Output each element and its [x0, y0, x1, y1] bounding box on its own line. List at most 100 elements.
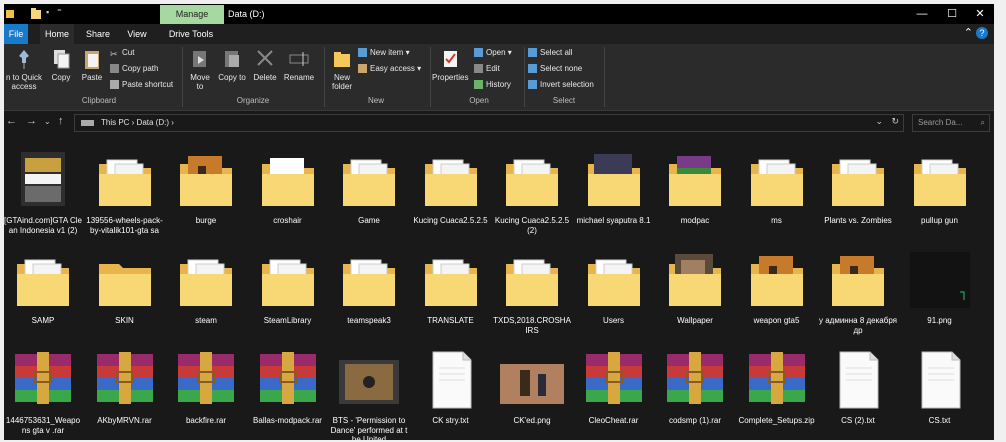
file-item[interactable]: Plants vs. Zombies — [819, 142, 897, 242]
properties-button[interactable]: Properties — [432, 48, 468, 82]
address-dropdown-icon[interactable]: ⌄ — [875, 116, 883, 127]
file-item[interactable]: backfire.rar — [167, 342, 245, 440]
invert-selection-icon — [528, 80, 537, 90]
scissors-icon: ✂ — [110, 49, 118, 60]
easy-access-button[interactable]: Easy access ▾ — [358, 63, 421, 75]
file-item[interactable]: croshair — [249, 142, 327, 242]
file-item[interactable]: [GTAind.com]GTA Clean Indonesia v1 (2) — [4, 142, 82, 242]
maximize-icon[interactable]: ☐ — [937, 4, 967, 24]
tab-home[interactable]: Home — [40, 24, 74, 44]
file-item[interactable]: TXDS,2018.CROSHAIRS — [493, 242, 571, 342]
file-item[interactable]: michael syaputra 8.1 — [575, 142, 653, 242]
select-all-button[interactable]: Select all — [528, 47, 572, 59]
manage-tab[interactable]: Manage — [160, 5, 224, 24]
file-item[interactable]: Game — [330, 142, 408, 242]
file-item[interactable]: 91.png — [901, 242, 979, 342]
folder-icon — [261, 158, 314, 206]
file-item[interactable]: CK'ed.png — [493, 342, 571, 440]
file-item[interactable]: CS (2).txt — [819, 342, 897, 440]
tab-drive-tools[interactable]: Drive Tools — [164, 24, 218, 44]
file-item[interactable]: Users — [575, 242, 653, 342]
invert-selection-button[interactable]: Invert selection — [528, 79, 594, 91]
edit-pencil-icon — [474, 64, 483, 74]
new-item-button[interactable]: New item ▾ — [358, 47, 410, 59]
quick-access-dropdown-icon[interactable]: ⁼ — [57, 7, 62, 18]
paste-button[interactable]: Paste — [78, 48, 106, 82]
copy-to-button[interactable]: Copy to — [218, 48, 246, 82]
file-name: Ballas-modpack.rar — [253, 416, 322, 425]
file-name: Complete_Setups.zip — [738, 416, 815, 425]
up-arrow-icon[interactable]: ↑ — [58, 115, 64, 127]
file-name: 139556-wheels-pack-by-vitalik101-gta sa — [86, 216, 163, 235]
help-icon[interactable]: ? — [976, 27, 988, 39]
ribbon: n to Quick access Copy Paste ✂ Cut Copy p… — [4, 44, 994, 111]
file-item[interactable]: modpac — [656, 142, 734, 242]
copy-button[interactable]: Copy — [48, 48, 74, 82]
file-item[interactable]: pullup gun — [901, 142, 979, 242]
search-box[interactable]: Search Da... ⌕ — [912, 114, 990, 132]
copy-label: Copy — [51, 73, 71, 82]
address-bar[interactable]: This PC › Data (D:) › ⌄ ↻ — [74, 114, 904, 132]
copy-path-button[interactable]: Copy path — [110, 63, 158, 75]
file-item[interactable]: CK stry.txt — [412, 342, 490, 440]
history-button[interactable]: History — [474, 79, 511, 91]
file-item[interactable]: burge — [167, 142, 245, 242]
file-item[interactable]: CS.txt — [901, 342, 979, 440]
recent-locations-icon[interactable]: ⌄ — [44, 117, 51, 126]
edit-button[interactable]: Edit — [474, 63, 500, 75]
file-item[interactable]: codsmp (1).rar — [656, 342, 734, 440]
cut-button[interactable]: ✂ Cut — [110, 47, 134, 59]
file-item[interactable]: weapon gta5 — [738, 242, 816, 342]
collapse-ribbon-icon[interactable]: ⌃ — [964, 27, 973, 39]
back-arrow-icon[interactable]: ← — [6, 115, 17, 127]
rename-button[interactable]: Rename — [282, 48, 316, 82]
file-name: ms — [771, 216, 782, 225]
tab-file[interactable]: File — [4, 24, 28, 44]
move-to-label: Move to — [190, 73, 210, 91]
folder-icon — [424, 159, 477, 206]
history-icon — [474, 80, 483, 90]
file-item[interactable]: Kucing Cuaca2.5.2.5 (2) — [493, 142, 571, 242]
refresh-icon[interactable]: ↻ — [891, 116, 899, 127]
file-item[interactable]: SKIN — [86, 242, 164, 342]
file-item[interactable]: 1446753631_Weapons gta v .rar — [4, 342, 82, 440]
file-name: Kucing Cuaca2.5.2.5 (2) — [494, 216, 570, 235]
file-item[interactable]: SAMP — [4, 242, 82, 342]
delete-button[interactable]: Delete — [252, 48, 278, 82]
file-item[interactable]: steam — [167, 242, 245, 342]
file-name: 1446753631_Weapons gta v .rar — [5, 416, 81, 435]
tab-share[interactable]: Share — [82, 24, 114, 44]
file-item[interactable]: Ballas-modpack.rar — [249, 342, 327, 440]
file-item[interactable]: CleoCheat.rar — [575, 342, 653, 440]
file-item[interactable]: Kucing Cuaca2.5.2.5 — [412, 142, 490, 242]
winrar-archive-icon — [96, 352, 153, 404]
file-item[interactable]: teamspeak3 — [330, 242, 408, 342]
minimize-icon[interactable]: — — [907, 4, 937, 24]
file-item[interactable]: Wallpaper — [656, 242, 734, 342]
properties-quick-icon[interactable]: ▪ — [46, 7, 49, 17]
select-none-button[interactable]: Select none — [528, 63, 582, 75]
rename-label: Rename — [283, 73, 315, 82]
file-item[interactable]: Complete_Setups.zip — [738, 342, 816, 440]
file-item[interactable]: 139556-wheels-pack-by-vitalik101-gta sa — [86, 142, 164, 242]
paste-shortcut-button[interactable]: Paste shortcut — [110, 79, 173, 91]
file-item[interactable]: BTS - 'Permission to Dance' performed at… — [330, 342, 408, 440]
open-button[interactable]: Open ▾ — [474, 47, 512, 59]
file-item[interactable]: ms — [738, 142, 816, 242]
file-item[interactable]: TRANSLATE — [412, 242, 490, 342]
file-item[interactable]: SteamLibrary — [249, 242, 327, 342]
folder-quick-icon[interactable] — [30, 7, 42, 21]
tab-view[interactable]: View — [122, 24, 152, 44]
forward-arrow-icon[interactable]: → — [26, 115, 37, 127]
cut-label: Cut — [122, 48, 135, 57]
move-to-button[interactable]: Move to — [186, 48, 214, 91]
easy-access-icon — [358, 64, 367, 74]
pin-quick-access-button[interactable]: n to Quick access — [4, 48, 44, 91]
file-item[interactable]: у админна 8 декабря др — [819, 242, 897, 342]
folder-icon — [343, 259, 395, 306]
app-icon — [6, 10, 14, 18]
new-folder-button[interactable]: New folder — [326, 48, 358, 91]
file-name: BTS - 'Permission to Dance' performed at… — [330, 416, 408, 440]
close-icon[interactable]: ✕ — [965, 4, 994, 24]
file-item[interactable]: AKbyMRVN.rar — [86, 342, 164, 440]
